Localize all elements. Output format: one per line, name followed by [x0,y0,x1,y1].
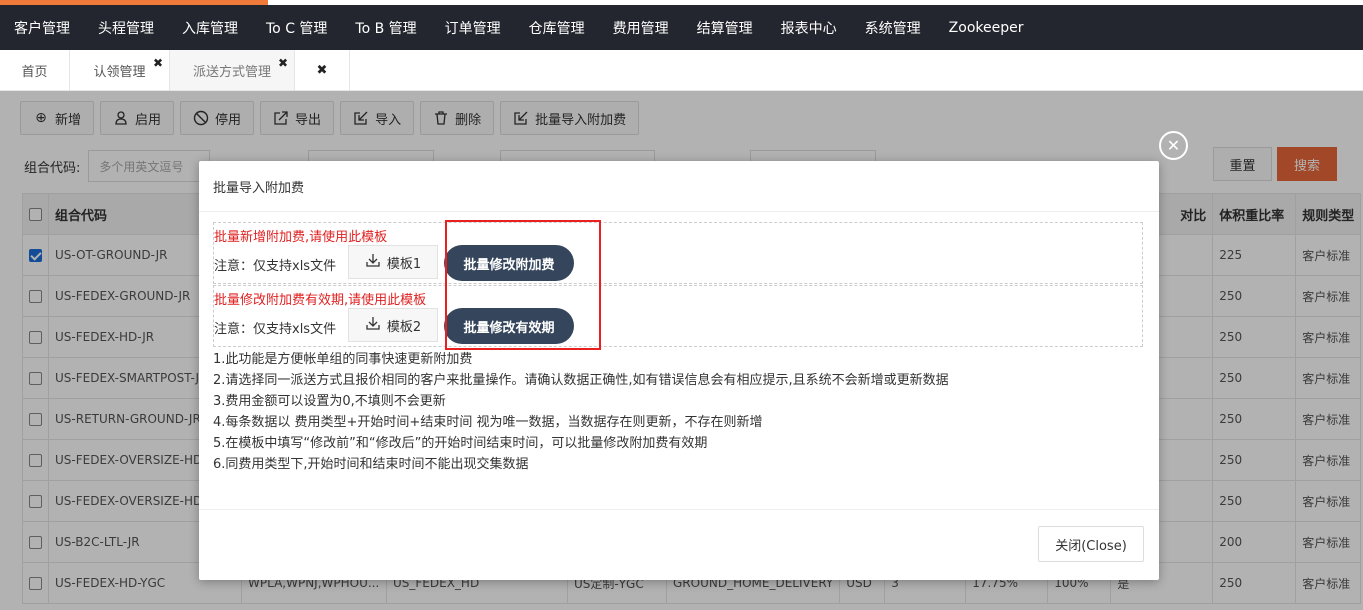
nav-item-zookeeper[interactable]: Zookeeper [935,20,1038,36]
dialog-title: 批量导入附加费 [199,161,1159,212]
instruction-line: 6.同费用类型下,开始时间和结束时间不能出现交集数据 [213,457,529,472]
instruction-line: 3.费用金额可以设置为0,不填则不会更新 [213,394,446,409]
highlight-box [445,220,601,350]
tab-home-label: 首页 [21,64,48,80]
tab-bar: 首页 认领管理 ✖ 派送方式管理 ✖ ✖ [0,50,1363,91]
tab-delivery-label: 派送方式管理 [192,64,271,80]
instruction-line: 2.请选择同一派送方式且报价相同的客户来批量操作。请确认数据正确性,如有错误信息… [213,373,949,388]
tab-claim-label: 认领管理 [93,64,146,80]
batch-import-dialog: 批量导入附加费 批量新增附加费,请使用此模板 注意：仅支持xls文件 模板1 批… [199,161,1159,580]
top-navigation: 客户管理 头程管理 入库管理 To C 管理 To B 管理 订单管理 仓库管理… [0,5,1363,50]
nav-item-reports[interactable]: 报表中心 [767,18,851,38]
template-hint-add: 批量新增附加费,请使用此模板 [214,230,388,245]
nav-item-settlement[interactable]: 结算管理 [683,18,767,38]
instructions: 1.此功能是方便帐单组的同事快速更新附加费 2.请选择同一派送方式且报价相同的客… [213,349,949,475]
instruction-line: 1.此功能是方便帐单组的同事快速更新附加费 [213,352,473,367]
nav-item-first-leg[interactable]: 头程管理 [84,18,168,38]
download-icon [365,315,381,335]
nav-item-fees[interactable]: 费用管理 [599,18,683,38]
nav-item-tob[interactable]: To B 管理 [341,18,430,38]
nav-item-warehouse[interactable]: 仓库管理 [515,18,599,38]
close-icon: ✖ [316,62,328,78]
download-template-1-button[interactable]: 模板1 [348,245,438,279]
instruction-line: 5.在模板中填写“修改前”和“修改后”的开始时间结束时间，可以批量修改附加费有效… [213,436,708,451]
instruction-line: 4.每条数据以 费用类型+开始时间+结束时间 视为唯一数据，当数据存在则更新，不… [213,415,763,430]
template-block-validity: 批量修改附加费有效期,请使用此模板 注意：仅支持xls文件 模板2 批量修改有效… [213,285,1143,347]
modal-close-icon[interactable]: ✕ [1159,131,1188,160]
tab-claim[interactable]: 认领管理 ✖ [70,50,170,90]
nav-item-orders[interactable]: 订单管理 [431,18,515,38]
close-icon[interactable]: ✖ [153,56,163,70]
nav-item-toc[interactable]: To C 管理 [252,18,341,38]
nav-item-inbound[interactable]: 入库管理 [168,18,252,38]
download-icon [365,252,381,272]
dialog-footer: 关闭(Close) [199,509,1159,580]
tab-home[interactable]: 首页 [0,50,70,90]
template-block-add: 批量新增附加费,请使用此模板 注意：仅支持xls文件 模板1 批量修改附加费 [213,222,1143,284]
nav-item-system[interactable]: 系统管理 [851,18,935,38]
template-hint-validity: 批量修改附加费有效期,请使用此模板 [214,293,427,308]
template-2-label: 模板2 [386,319,422,335]
close-all-tabs-button[interactable]: ✖ [295,50,350,90]
tab-delivery-method[interactable]: 派送方式管理 ✖ [170,50,295,90]
close-button[interactable]: 关闭(Close) [1038,526,1144,562]
file-type-note: 注意：仅支持xls文件 [214,322,337,337]
nav-item-customer[interactable]: 客户管理 [0,18,84,38]
template-1-label: 模板1 [386,256,422,272]
file-type-note: 注意：仅支持xls文件 [214,259,337,274]
close-icon[interactable]: ✖ [278,56,288,70]
download-template-2-button[interactable]: 模板2 [348,308,438,342]
